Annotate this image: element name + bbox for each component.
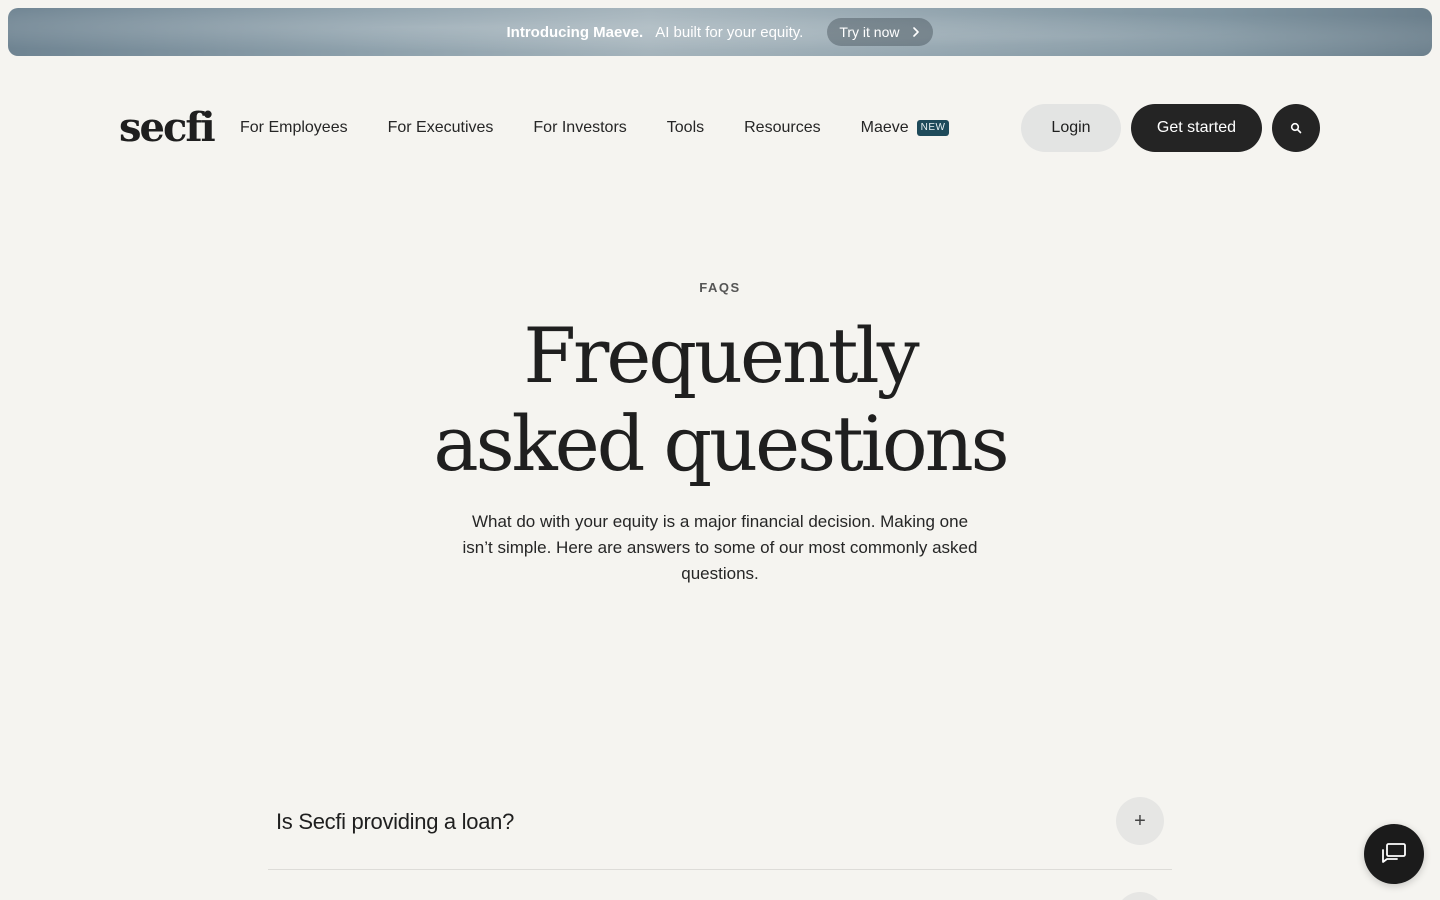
banner-text: AI built for your equity. [655,23,804,41]
faq-question: Is Secfi providing a loan? [276,808,515,834]
faq-item[interactable]: Is Secfi providing a loan? + [268,774,1172,870]
page-title-line-2: asked questions [433,399,1009,488]
nav-link-resources[interactable]: Resources [744,119,820,137]
chevron-right-icon [913,27,920,37]
try-it-now-label: Try it now [839,24,900,40]
nav-link-maeve[interactable]: Maeve NEW [861,119,950,137]
chat-icon [1382,843,1406,863]
get-started-button[interactable]: Get started [1131,104,1262,152]
secfi-logo[interactable]: secfi [119,104,216,152]
hero-subtext: What do with your equity is a major fina… [462,512,978,583]
main-nav: secfi For Employees For Executives For I… [0,104,1440,152]
page-title: Frequently asked questions [370,312,1070,488]
new-badge: NEW [916,120,950,136]
nav-link-for-executives[interactable]: For Executives [388,119,494,137]
nav-link-for-employees[interactable]: For Employees [240,119,348,137]
plus-icon[interactable]: + [1116,797,1164,845]
nav-link-maeve-label: Maeve [860,119,909,136]
announcement-banner: Introducing Maeve. AI built for your equ… [8,8,1432,56]
faq-next-toggle[interactable] [1116,892,1164,900]
login-button[interactable]: Login [1021,104,1121,152]
nav-link-for-investors[interactable]: For Investors [533,119,626,137]
page-title-line-1: Frequently [523,311,919,400]
search-icon [1290,122,1302,134]
banner-title: Introducing Maeve. [506,23,644,41]
chat-button[interactable] [1364,824,1424,884]
nav-link-tools[interactable]: Tools [667,119,704,137]
search-button[interactable] [1272,104,1320,152]
nav-links: For Employees For Executives For Investo… [240,104,950,152]
try-it-now-button[interactable]: Try it now [827,18,934,46]
faqs-eyebrow: FAQS [699,280,741,295]
